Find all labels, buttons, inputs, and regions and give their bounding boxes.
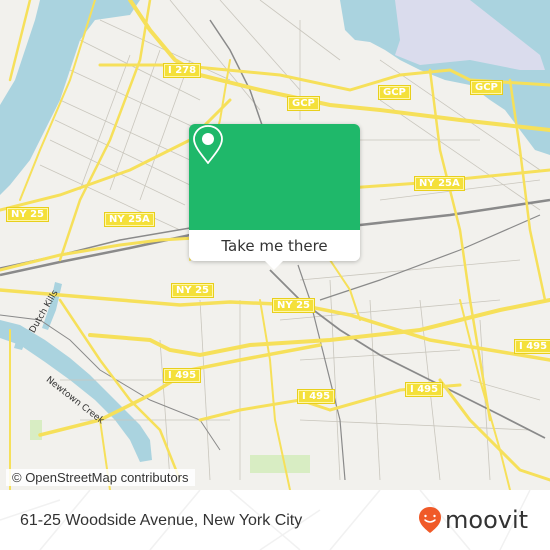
route-shield-ny25: NY 25 [6,207,50,222]
take-me-there-button[interactable]: Take me there [189,230,360,261]
route-shield-gcp: GCP [378,85,411,100]
footer: 61-25 Woodside Avenue, New York City moo… [0,490,550,550]
park [30,420,42,440]
route-shield-ny25: NY 25 [272,298,316,313]
route-shield-ny25: NY 25 [171,283,215,298]
route-shield-gcp: GCP [287,96,320,111]
popup-header [189,124,360,230]
route-shield-ny25a: NY 25A [414,176,465,191]
moovit-pin-icon [419,507,441,533]
park [250,455,310,473]
address-text: 61-25 Woodside Avenue, New York City [20,512,303,529]
route-shield-i495: I 495 [405,382,444,397]
route-shield-i278: I 278 [163,63,202,78]
map-attribution[interactable]: © OpenStreetMap contributors [6,469,195,486]
moovit-wordmark: moovit [445,506,529,534]
route-shield-i495: I 495 [514,339,550,354]
route-shield-i495: I 495 [297,389,336,404]
map[interactable]: I 278 GCP GCP GCP NY 25A NY 25A NY 25 NY… [0,0,550,490]
location-popup: Take me there [189,124,360,270]
moovit-logo[interactable]: moovit [418,506,528,534]
route-shield-ny25a: NY 25A [104,212,155,227]
popup-pointer [265,261,283,270]
route-shield-i495: I 495 [163,368,202,383]
map-pin-icon [193,125,223,164]
route-shield-gcp: GCP [470,80,503,95]
